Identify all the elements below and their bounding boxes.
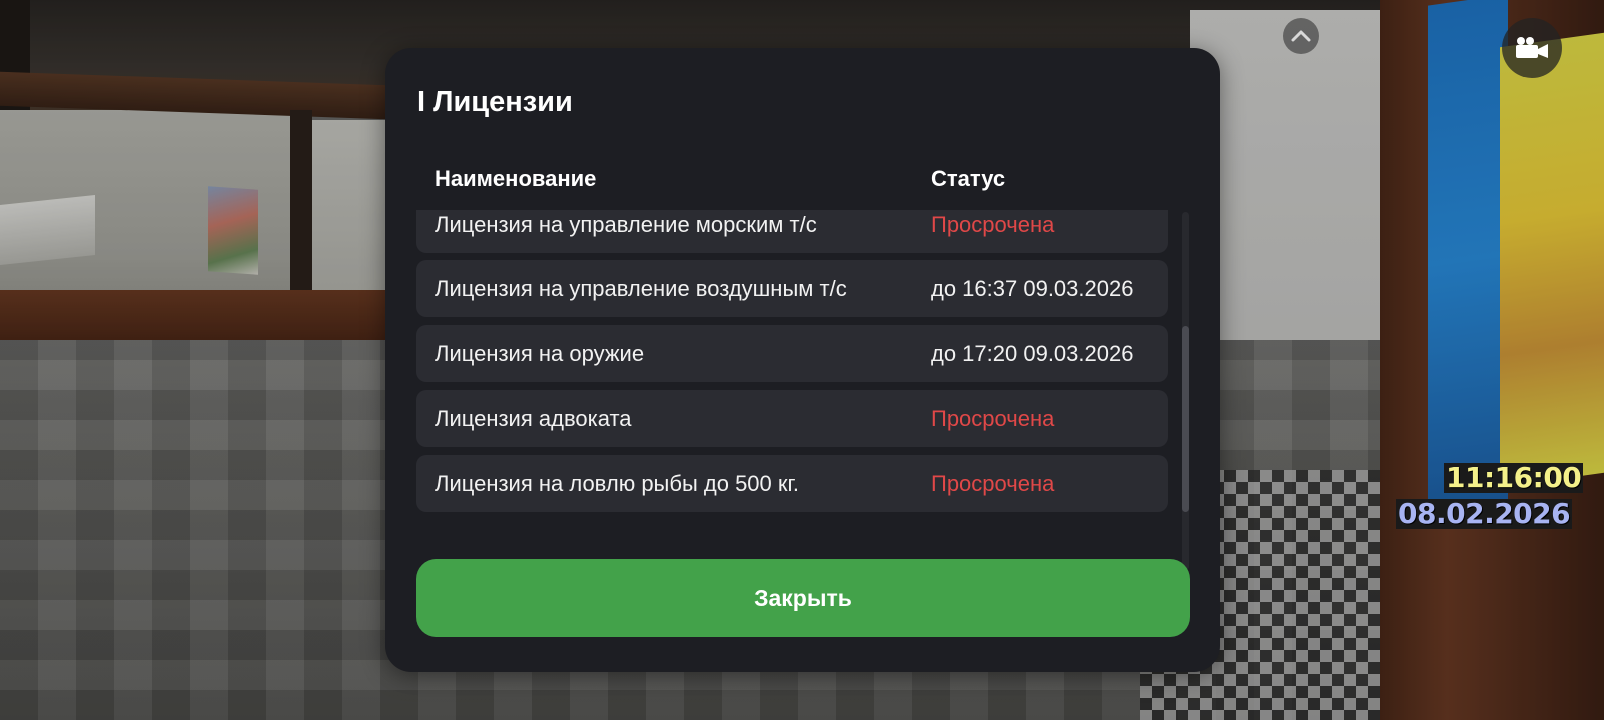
license-name: Лицензия адвоката xyxy=(435,406,632,431)
licenses-list[interactable]: Лицензия на управление морским т/с Проср… xyxy=(416,210,1168,570)
license-status: до 16:37 09.03.2026 xyxy=(931,276,1134,301)
license-status: Просрочена xyxy=(931,212,1055,237)
column-header-status: Статус xyxy=(931,166,1006,191)
camera-button[interactable] xyxy=(1502,18,1562,78)
license-row: Лицензия на управление морским т/с Проср… xyxy=(416,210,1168,253)
license-row: Лицензия на ловлю рыбы до 500 кг. Просро… xyxy=(416,455,1168,512)
license-status: Просрочена xyxy=(931,471,1055,496)
license-row: Лицензия на управление воздушным т/с до … xyxy=(416,260,1168,317)
license-status: до 17:20 09.03.2026 xyxy=(931,341,1134,366)
dialog-title: I Лицензии xyxy=(417,86,573,118)
licenses-dialog: I Лицензии Наименование Статус Лицензия … xyxy=(385,48,1220,672)
license-row: Лицензия на оружие до 17:20 09.03.2026 xyxy=(416,325,1168,382)
game-clock-time: 11:16:00 xyxy=(1444,461,1584,494)
license-name: Лицензия на ловлю рыбы до 500 кг. xyxy=(435,471,799,496)
close-button[interactable]: Закрыть xyxy=(416,559,1190,637)
scrollbar-thumb[interactable] xyxy=(1182,326,1189,512)
license-name: Лицензия на управление воздушным т/с xyxy=(435,276,847,301)
license-status: Просрочена xyxy=(931,406,1055,431)
game-scene: 11:16:00 08.02.2026 I Лицензии Наименова… xyxy=(0,0,1604,720)
list-scrollbar[interactable] xyxy=(1182,212,1189,570)
game-clock-date: 08.02.2026 xyxy=(1396,497,1573,530)
video-camera-icon xyxy=(1516,37,1548,58)
chevron-up-icon xyxy=(1291,30,1311,42)
license-name: Лицензия на управление морским т/с xyxy=(435,212,817,237)
license-name: Лицензия на оружие xyxy=(435,341,645,366)
license-row: Лицензия адвоката Просрочена xyxy=(416,390,1168,447)
collapse-button[interactable] xyxy=(1283,18,1319,54)
column-header-name: Наименование xyxy=(435,166,597,191)
